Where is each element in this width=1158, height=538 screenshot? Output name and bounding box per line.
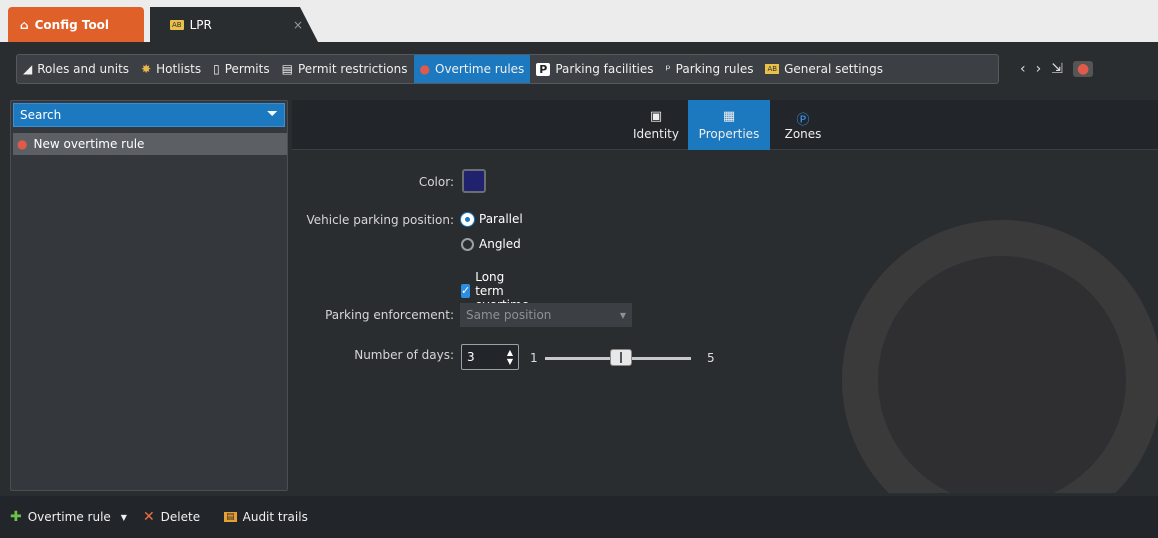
permit-icon: ▯ <box>213 62 220 76</box>
color-label: Color: <box>418 175 454 189</box>
filter-icon[interactable]: ⏷ <box>267 106 278 122</box>
lpr-task-tabs: ◢ Roles and units ✸ Hotlists ▯ Permits ▤… <box>16 54 999 84</box>
tab-properties[interactable]: ▦ Properties <box>688 100 770 150</box>
audit-trails-button[interactable]: ▤ Audit trails <box>224 510 308 524</box>
nav-label: Roles and units <box>37 62 130 76</box>
spinner-arrows-icon[interactable]: ▲ ▼ <box>507 348 513 366</box>
chevron-right-icon[interactable]: › <box>1036 61 1042 77</box>
checkmark-icon: ✓ <box>461 284 471 298</box>
plus-icon: ✚ <box>10 509 22 525</box>
tab-identity[interactable]: ▣ Identity <box>625 100 687 150</box>
slider-min-label: 1 <box>530 351 538 365</box>
action-bar: ✚ Overtime rule ▼ ✕ Delete ▤ Audit trail… <box>0 496 1158 538</box>
radio-selected-icon <box>461 212 474 226</box>
nav-label: Overtime rules <box>435 62 525 76</box>
nav-label: Parking facilities <box>555 62 654 76</box>
overtime-watermark-icon <box>842 220 1158 493</box>
radio-unselected-icon <box>461 237 474 251</box>
lpr-icon: AB <box>170 19 184 30</box>
days-slider-thumb[interactable] <box>610 349 632 366</box>
tab-label: Identity <box>633 127 679 141</box>
tab-label: Zones <box>784 127 822 141</box>
chevron-left-icon[interactable]: ‹ <box>1020 61 1026 77</box>
nav-general-settings[interactable]: AB General settings <box>759 55 889 83</box>
nav-parking-facilities[interactable]: P Parking facilities <box>530 55 659 83</box>
radio-label: Angled <box>479 237 521 251</box>
permit-restrictions-icon: ▤ <box>281 62 293 76</box>
tab-zones[interactable]: Ⓟ Zones <box>774 100 832 150</box>
overtime-shortcut-icon[interactable]: ● <box>1072 61 1094 77</box>
overtime-icon: ● <box>17 137 28 151</box>
nav-controls: ‹ › ⇲ ● <box>1020 54 1094 84</box>
parking-enforcement-select[interactable]: Same position ▼ <box>460 303 632 327</box>
delete-button[interactable]: ✕ Delete <box>143 509 200 525</box>
nav-hotlists[interactable]: ✸ Hotlists <box>135 55 207 83</box>
chevron-down-icon: ▼ <box>619 310 626 320</box>
tab-lpr-label: LPR <box>189 17 212 32</box>
tab-config-tool[interactable]: ⌂ Config Tool <box>8 7 144 42</box>
parking-facility-icon: P <box>536 62 551 76</box>
days-label: Number of days: <box>354 348 454 362</box>
button-label: Audit trails <box>242 510 308 524</box>
days-spinner[interactable]: 3 ▲ ▼ <box>461 344 519 370</box>
nav-roles-and-units[interactable]: ◢ Roles and units <box>17 55 135 83</box>
list-item-overtime-rule[interactable]: ● New overtime rule <box>13 133 287 155</box>
chevron-down-icon[interactable]: ▼ <box>121 513 127 522</box>
nav-overtime-rules[interactable]: ● Overtime rules <box>413 55 531 83</box>
radio-parallel[interactable]: Parallel <box>461 212 523 226</box>
nav-label: General settings <box>784 62 884 76</box>
radio-angled[interactable]: Angled <box>461 237 521 251</box>
nav-parking-rules[interactable]: ᵖ Parking rules <box>660 55 760 83</box>
add-overtime-rule-button[interactable]: ✚ Overtime rule ▼ <box>10 509 133 525</box>
nav-label: Permits <box>224 62 270 76</box>
properties-panel: ▣ Identity ▦ Properties Ⓟ Zones Color: V… <box>292 100 1158 493</box>
general-settings-icon: AB <box>765 64 780 74</box>
nav-label: Parking rules <box>675 62 754 76</box>
radio-label: Parallel <box>479 212 523 226</box>
navigation-bar: ◢ Roles and units ✸ Hotlists ▯ Permits ▤… <box>0 42 1158 96</box>
nav-label: Permit restrictions <box>297 62 408 76</box>
title-bar: ⌂ Config Tool AB LPR × <box>0 0 1158 42</box>
zones-icon: Ⓟ <box>796 113 810 128</box>
hotlist-icon: ✸ <box>141 62 152 76</box>
nav-permits[interactable]: ▯ Permits <box>207 55 276 83</box>
tab-label: Properties <box>698 127 760 141</box>
audit-trails-icon: ▤ <box>224 512 237 522</box>
nav-label: Hotlists <box>156 62 202 76</box>
identity-icon: ▣ <box>649 109 663 124</box>
slider-max-label: 5 <box>707 351 715 365</box>
parking-rules-icon: ᵖ <box>665 62 671 76</box>
tab-config-tool-label: Config Tool <box>34 17 110 32</box>
properties-icon: ▦ <box>722 109 736 124</box>
overtime-icon: ● <box>419 62 430 76</box>
parking-position-label: Vehicle parking position: <box>306 213 454 227</box>
subtab-bar: ▣ Identity ▦ Properties Ⓟ Zones <box>292 100 1158 150</box>
button-label: Delete <box>160 510 201 524</box>
button-label: Overtime rule <box>27 510 111 524</box>
spinner-value: 3 <box>467 350 475 364</box>
close-tab-icon[interactable]: × <box>293 18 303 32</box>
enforcement-label: Parking enforcement: <box>325 308 454 322</box>
search-input[interactable]: Search ⏷ <box>13 103 285 127</box>
nav-permit-restrictions[interactable]: ▤ Permit restrictions <box>276 55 414 83</box>
pin-icon[interactable]: ⇲ <box>1051 61 1063 77</box>
roles-icon: ◢ <box>23 62 33 76</box>
color-picker[interactable] <box>462 169 486 193</box>
search-placeholder: Search <box>20 108 62 122</box>
delete-icon: ✕ <box>142 509 155 525</box>
home-icon: ⌂ <box>20 17 29 32</box>
select-value: Same position <box>466 308 552 322</box>
tab-lpr[interactable]: AB LPR × <box>150 7 318 42</box>
list-item-label: New overtime rule <box>33 137 145 151</box>
entity-list-panel: Search ⏷ ● New overtime rule <box>10 100 288 491</box>
